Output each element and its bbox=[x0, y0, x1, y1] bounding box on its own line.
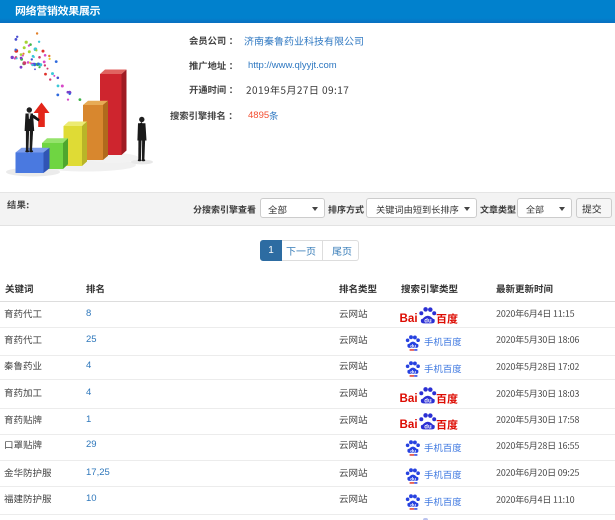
svg-text:du: du bbox=[410, 343, 416, 348]
svg-text:du: du bbox=[410, 476, 416, 481]
svg-text:Bai: Bai bbox=[400, 418, 418, 430]
svg-text:Bai: Bai bbox=[400, 312, 418, 324]
svg-text:du: du bbox=[424, 398, 432, 403]
svg-text:du: du bbox=[410, 369, 416, 374]
svg-text:du: du bbox=[424, 425, 432, 430]
svg-text:du: du bbox=[410, 502, 416, 507]
svg-text:du: du bbox=[424, 319, 432, 324]
svg-text:Bai: Bai bbox=[400, 392, 418, 404]
svg-text:du: du bbox=[410, 448, 416, 453]
